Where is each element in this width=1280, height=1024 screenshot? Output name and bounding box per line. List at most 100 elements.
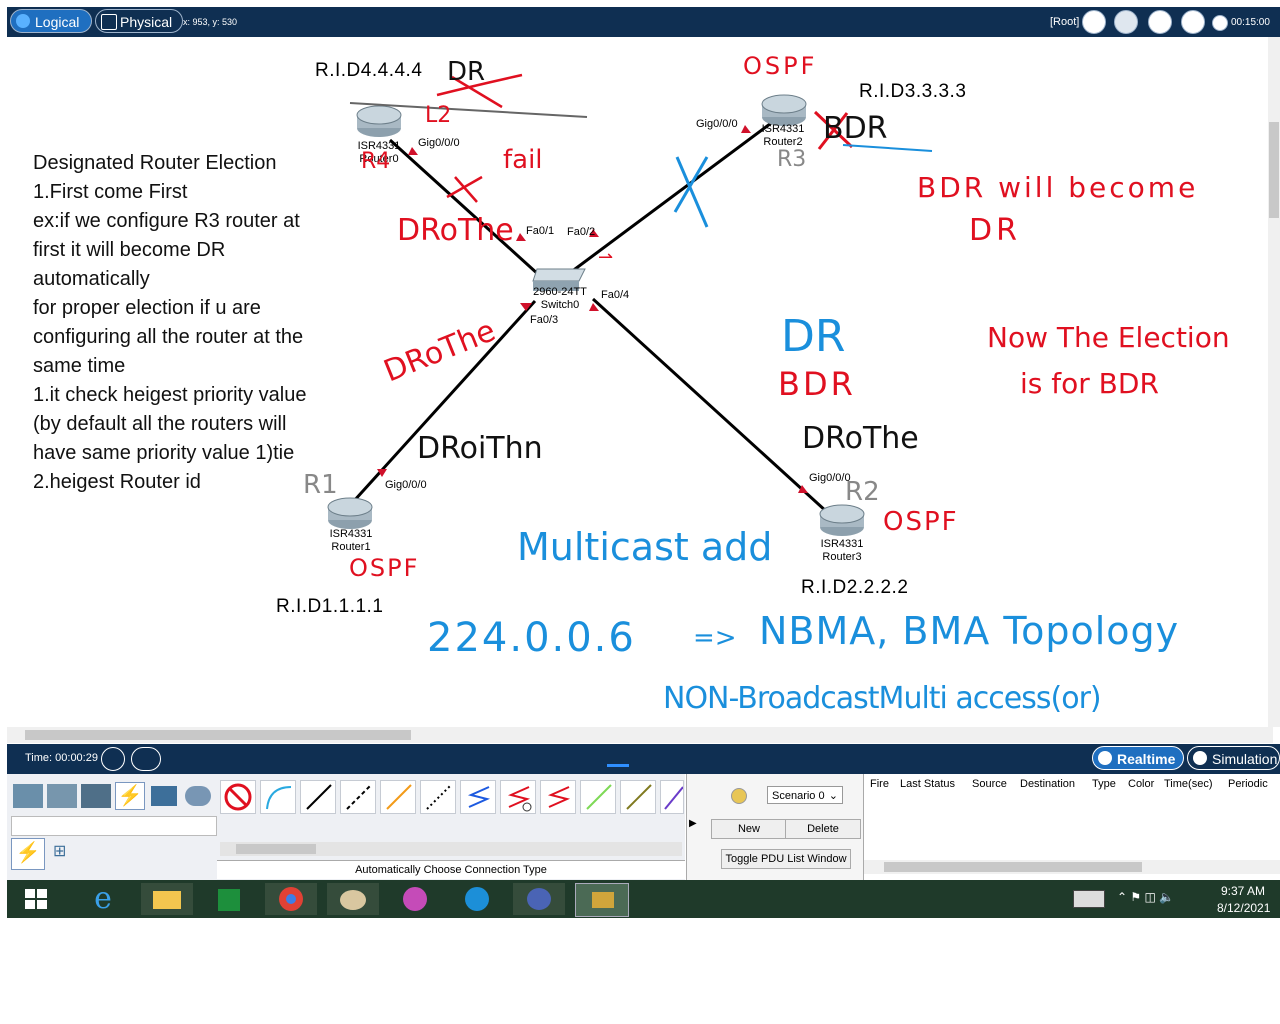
internet-explorer-icon[interactable]: e: [77, 883, 129, 915]
background-image-icon[interactable]: [1181, 10, 1205, 34]
navigation-icon[interactable]: [1148, 10, 1172, 34]
delete-scenario-button[interactable]: Delete: [785, 819, 861, 839]
rid-router1: R.I.D1.1.1.1: [276, 596, 384, 617]
packet-tracer-icon[interactable]: [513, 883, 565, 915]
info-icon[interactable]: [731, 788, 747, 804]
annotation-arrow: =>: [693, 623, 737, 653]
annotation-l2: L2: [425, 103, 452, 128]
annotation-ip: 224.0.0.6: [427, 615, 636, 661]
coaxial-icon[interactable]: [460, 780, 496, 814]
router2-icon[interactable]: [761, 94, 807, 126]
router1-port: Gig0/0/0: [385, 479, 427, 491]
tool-scroll-thumb[interactable]: [236, 844, 316, 854]
horizontal-scroll-thumb[interactable]: [25, 730, 411, 740]
serial-dce-icon[interactable]: [500, 780, 536, 814]
grid-icon[interactable]: ⊞: [53, 844, 69, 860]
simulation-button[interactable]: Simulation: [1187, 746, 1280, 770]
device-search-field[interactable]: [11, 816, 217, 836]
annotation-ospf-top: OSPF: [743, 52, 818, 80]
top-toolbar: Logical Physical x: 953, y: 530 [Root] 0…: [7, 7, 1280, 37]
switch-port-fa03: Fa0/3: [530, 314, 559, 326]
pdu-table-scrollbar[interactable]: [864, 860, 1280, 874]
horizontal-scrollbar[interactable]: [7, 727, 1273, 743]
edge-icon[interactable]: [451, 883, 503, 915]
logical-tab[interactable]: Logical: [10, 9, 92, 33]
logical-icon: [16, 14, 30, 28]
annotation-now-election: Now The Election: [987, 321, 1230, 354]
logical-workspace[interactable]: Designated Router Election 1.First come …: [7, 37, 1273, 727]
annotation-ospf-br: OSPF: [883, 507, 959, 537]
cloud-icon[interactable]: [1114, 10, 1138, 34]
connections-icon[interactable]: ⚡: [115, 782, 145, 810]
annotation-droithn: DRoiThn: [417, 431, 543, 466]
fluid-app-icon[interactable]: [389, 883, 441, 915]
annotation-multicast: Multicast add: [517, 525, 773, 569]
windows-start-icon[interactable]: [11, 883, 63, 915]
annotation-dr-line: DR: [969, 213, 1021, 248]
snipping-tool-icon[interactable]: [575, 883, 629, 917]
network-devices-icon[interactable]: [13, 784, 43, 808]
fast-forward-icon[interactable]: [131, 747, 161, 771]
physical-tab[interactable]: Physical: [95, 9, 183, 33]
fiber-icon[interactable]: [380, 780, 416, 814]
file-explorer-icon[interactable]: [141, 883, 193, 915]
realtime-button[interactable]: Realtime: [1092, 746, 1184, 770]
power-cycle-icon[interactable]: [101, 747, 125, 771]
store-icon[interactable]: [203, 883, 255, 915]
scenario-select[interactable]: Scenario 0 ⌄: [767, 786, 843, 804]
connections-subtype-icon[interactable]: ⚡: [11, 838, 45, 870]
rid-router0: R.I.D4.4.4.4: [315, 60, 423, 81]
annotation-bdr-right: BDR: [823, 111, 888, 146]
chrome-icon[interactable]: [265, 883, 317, 915]
router0-port: Gig0/0/0: [418, 137, 460, 149]
pdu-table-header: Fire Last Status Source Destination Type…: [870, 778, 1268, 790]
end-devices-icon[interactable]: [47, 784, 77, 808]
router2-port: Gig0/0/0: [696, 118, 738, 130]
tool-scrollbar[interactable]: [220, 842, 682, 856]
annotation-for-bdr: is for BDR: [1020, 367, 1159, 400]
pdu-panel: ▶ Scenario 0 ⌄ New Delete Toggle PDU List…: [686, 774, 863, 880]
serial-dte-icon[interactable]: [540, 780, 576, 814]
paint-icon[interactable]: [327, 883, 379, 915]
crossover-icon[interactable]: [340, 780, 376, 814]
new-scenario-button[interactable]: New: [711, 819, 787, 839]
sim-time: Time: 00:00:29: [25, 752, 98, 764]
back-icon[interactable]: [1082, 10, 1106, 34]
annotation-dr-crossed: DR: [447, 57, 486, 87]
components-icon[interactable]: [81, 784, 111, 808]
collapse-arrow-icon[interactable]: ▶: [689, 818, 697, 829]
usb-cable-icon[interactable]: [660, 780, 684, 814]
notes-text: Designated Router Election 1.First come …: [33, 152, 307, 493]
annotation-fail: fail: [503, 145, 543, 175]
taskbar-time: 9:37 AM: [1221, 884, 1266, 898]
router0-icon[interactable]: [356, 105, 402, 137]
tray-arrows-icon[interactable]: ⌃ ⚑ ◫ 🔈: [1117, 890, 1174, 904]
toggle-pdu-list-button[interactable]: Toggle PDU List Window: [721, 849, 851, 869]
annotation-nonb: NON-BroadcastMulti access(or): [663, 681, 1102, 716]
keyboard-icon[interactable]: [1073, 890, 1105, 908]
pdu-table-scroll-thumb[interactable]: [884, 862, 1142, 872]
console-cable-icon[interactable]: [260, 780, 296, 814]
phone-cable-icon[interactable]: [420, 780, 456, 814]
tab-handle[interactable]: [607, 764, 629, 767]
rid-router3: R.I.D2.2.2.2: [801, 577, 909, 598]
vertical-scroll-thumb[interactable]: [1269, 122, 1279, 218]
chevron-down-icon: ⌄: [828, 790, 838, 802]
miscellaneous-icon[interactable]: [151, 786, 177, 806]
connection-type-caption: Automatically Choose Connection Type: [217, 860, 685, 879]
rid-router2: R.I.D3.3.3.3: [859, 81, 967, 102]
octal-cable-icon[interactable]: [580, 780, 616, 814]
physical-icon: [101, 14, 117, 30]
pdu-table: Fire Last Status Source Destination Type…: [863, 774, 1280, 880]
vertical-scrollbar[interactable]: [1268, 37, 1280, 727]
iot-cable-icon[interactable]: [620, 780, 656, 814]
no-connection-icon[interactable]: [220, 780, 256, 814]
annotation-drother-tl: DRoThe: [397, 213, 514, 248]
multiuser-icon[interactable]: [185, 786, 211, 806]
straight-through-icon[interactable]: [300, 780, 336, 814]
time-bar: Time: 00:00:29 Realtime Simulation: [7, 744, 1280, 774]
annotation-r3: R3: [777, 147, 807, 172]
router3-icon[interactable]: [819, 504, 865, 536]
realtime-icon: [1098, 751, 1112, 765]
router1-icon[interactable]: [327, 497, 373, 529]
